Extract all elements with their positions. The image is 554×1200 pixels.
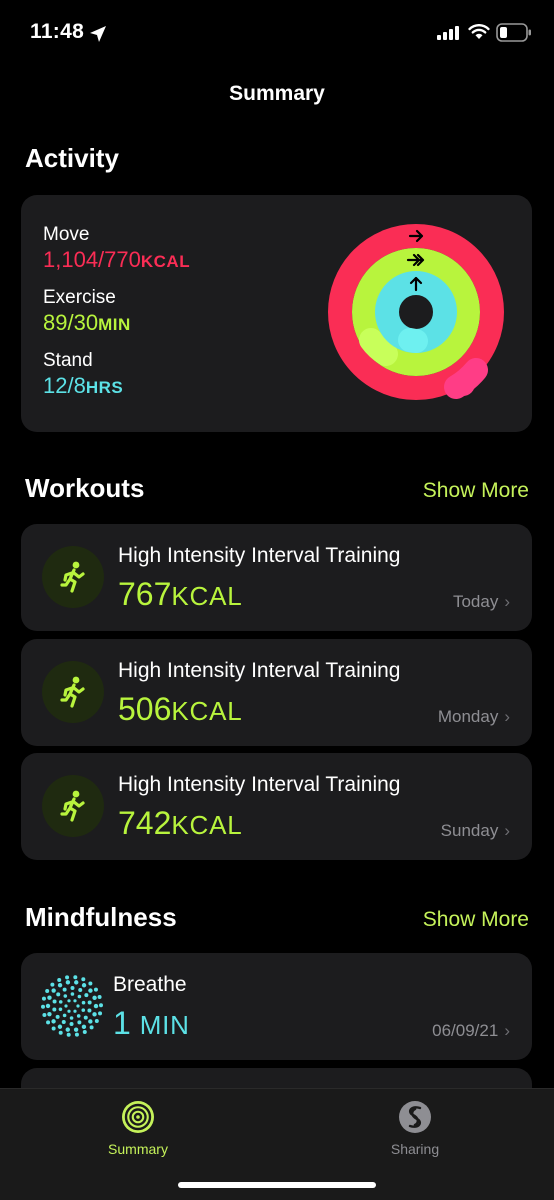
- location-arrow-icon: [90, 26, 106, 42]
- stand-label: Stand: [43, 350, 93, 371]
- workout-date-text: Monday: [437, 707, 499, 726]
- mindfulness-duration-unit: MIN: [139, 1010, 190, 1040]
- workout-date: Monday ›: [438, 707, 510, 727]
- status-bar: 11:48: [0, 0, 554, 60]
- workout-row[interactable]: High Intensity Interval Training 767KCAL…: [21, 524, 532, 631]
- workout-date: Today ›: [453, 592, 510, 612]
- hiit-runner-icon: [60, 790, 85, 822]
- tab-sharing-label: Sharing: [390, 1141, 440, 1157]
- hiit-runner-icon: [60, 676, 85, 708]
- tab-summary-label: Summary: [108, 1141, 168, 1157]
- mindfulness-date: 06/09/21 ›: [432, 1021, 510, 1041]
- mindfulness-duration-number: 1: [113, 1005, 131, 1041]
- exercise-value-number: 89/30: [43, 310, 99, 335]
- tab-sharing[interactable]: Sharing: [345, 1099, 485, 1157]
- hiit-runner-icon: [60, 561, 85, 593]
- move-value: 1,104/770KCAL: [43, 247, 190, 273]
- exercise-ring-overlap: [359, 328, 398, 366]
- activity-section-title: Activity: [25, 143, 119, 173]
- activity-rings-icon: [122, 1101, 154, 1133]
- home-indicator: [178, 1182, 376, 1188]
- exercise-value-unit: MIN: [98, 315, 131, 334]
- mindfulness-section-title: Mindfulness: [25, 902, 177, 932]
- chevron-right-icon: ›: [504, 1021, 510, 1040]
- workout-calories-unit: KCAL: [171, 581, 243, 611]
- chevron-right-icon: ›: [504, 707, 510, 726]
- tab-summary[interactable]: Summary: [68, 1099, 208, 1157]
- workout-calories: 742KCAL: [118, 805, 243, 842]
- workout-icon-bg: [42, 546, 104, 608]
- status-time: 11:48: [30, 20, 85, 43]
- workout-calories-number: 506: [118, 691, 172, 727]
- stand-value-unit: HRS: [85, 378, 124, 397]
- move-value-unit: KCAL: [140, 252, 191, 271]
- mindfulness-show-more-link[interactable]: Show More: [423, 908, 529, 932]
- move-value-number: 1,104/770: [43, 247, 141, 272]
- workout-calories: 506KCAL: [118, 691, 243, 728]
- workouts-section-title: Workouts: [25, 473, 145, 503]
- stand-value-number: 12/8: [43, 373, 86, 398]
- workout-icon-bg: [42, 775, 104, 837]
- wifi-icon: [468, 24, 490, 39]
- breathe-flower-icon: [41, 975, 103, 1037]
- workout-date-text: Today: [452, 592, 499, 611]
- activity-rings: [328, 224, 504, 400]
- workout-calories-unit: KCAL: [171, 696, 243, 726]
- activity-card[interactable]: Move 1,104/770KCAL Exercise 89/30MIN Sta…: [21, 195, 532, 432]
- chevron-right-icon: ›: [504, 821, 510, 840]
- workout-row[interactable]: High Intensity Interval Training 742KCAL…: [21, 753, 532, 860]
- workouts-show-more-link[interactable]: Show More: [423, 479, 529, 503]
- sharing-icon: [399, 1101, 431, 1133]
- workout-name: High Intensity Interval Training: [118, 659, 401, 682]
- workout-calories-unit: KCAL: [171, 810, 243, 840]
- stand-ring-overlap: [398, 328, 428, 353]
- mindfulness-duration: 1 MIN: [113, 1005, 190, 1042]
- workout-name: High Intensity Interval Training: [118, 544, 401, 567]
- mindfulness-name: Breathe: [113, 973, 187, 996]
- workout-calories: 767KCAL: [118, 576, 243, 613]
- page-title: Summary: [229, 82, 325, 105]
- workout-calories-number: 767: [118, 576, 172, 612]
- battery-icon: [496, 23, 531, 42]
- workout-date: Sunday ›: [441, 821, 510, 841]
- workout-calories-number: 742: [118, 805, 172, 841]
- move-label: Move: [43, 224, 90, 245]
- exercise-label: Exercise: [43, 287, 116, 308]
- workout-date-text: Sunday: [440, 821, 499, 840]
- move-ring-overlap: [444, 358, 488, 399]
- workout-icon-bg: [42, 661, 104, 723]
- mindfulness-row[interactable]: Breathe 1 MIN 06/09/21 ›: [21, 953, 532, 1060]
- chevron-right-icon: ›: [504, 592, 510, 611]
- workout-name: High Intensity Interval Training: [118, 773, 401, 796]
- stand-value: 12/8HRS: [43, 373, 123, 399]
- cellular-signal-icon: [437, 26, 459, 40]
- exercise-value: 89/30MIN: [43, 310, 131, 336]
- workout-row[interactable]: High Intensity Interval Training 506KCAL…: [21, 639, 532, 746]
- mindfulness-date-text: 06/09/21: [432, 1021, 499, 1040]
